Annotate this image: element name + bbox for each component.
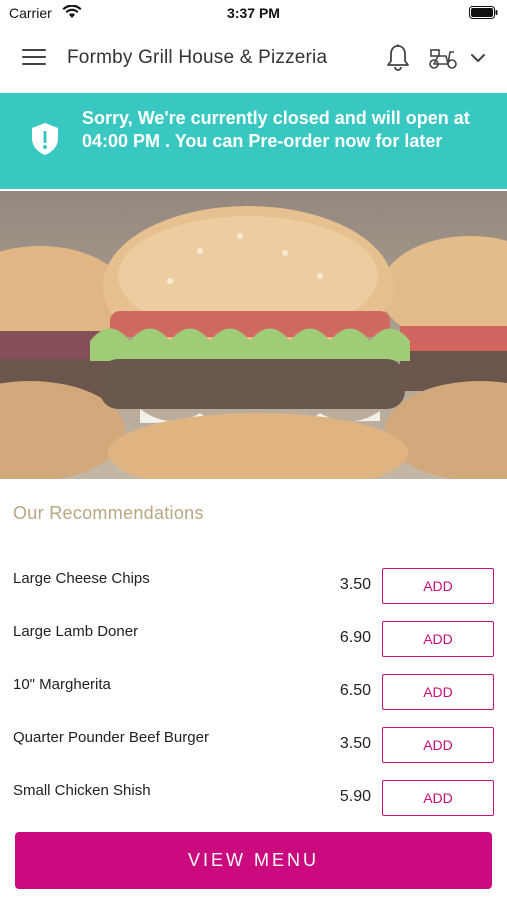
app-header: Formby Grill House & Pizzeria bbox=[0, 26, 507, 92]
list-item: 10" Margherita 6.50 ADD bbox=[0, 666, 507, 719]
add-button[interactable]: ADD bbox=[382, 780, 494, 816]
view-menu-button[interactable]: VIEW MENU bbox=[15, 832, 492, 889]
chevron-down-icon[interactable] bbox=[470, 51, 486, 65]
list-item: Quarter Pounder Beef Burger 3.50 ADD bbox=[0, 719, 507, 772]
item-name: Large Lamb Doner bbox=[13, 623, 139, 640]
add-button[interactable]: ADD bbox=[382, 621, 494, 657]
item-name: Large Cheese Chips bbox=[13, 570, 150, 587]
restaurant-title: Formby Grill House & Pizzeria bbox=[67, 47, 328, 68]
scooter-icon[interactable] bbox=[428, 46, 458, 70]
item-price: 6.50 bbox=[339, 682, 371, 699]
item-name: 10" Margherita bbox=[13, 676, 111, 693]
list-item: Small Chicken Shish 5.90 ADD bbox=[0, 772, 507, 825]
item-name: Quarter Pounder Beef Burger bbox=[13, 729, 209, 746]
recommendations-title: Our Recommendations bbox=[13, 503, 204, 523]
closed-notice-banner: Sorry, We're currently closed and will o… bbox=[0, 93, 507, 189]
item-price: 3.50 bbox=[339, 576, 371, 593]
add-button[interactable]: ADD bbox=[382, 727, 494, 763]
shield-icon bbox=[32, 123, 58, 155]
add-button[interactable]: ADD bbox=[382, 674, 494, 710]
item-price: 6.90 bbox=[339, 629, 371, 646]
burger-image bbox=[0, 191, 507, 479]
list-item: Large Lamb Doner 6.90 ADD bbox=[0, 613, 507, 666]
menu-icon[interactable] bbox=[22, 49, 46, 67]
closed-notice-text: Sorry, We're currently closed and will o… bbox=[82, 108, 470, 151]
recommendations-list: Large Cheese Chips 3.50 ADD Large Lamb D… bbox=[0, 560, 507, 825]
item-price: 3.50 bbox=[339, 735, 371, 752]
add-button[interactable]: ADD bbox=[382, 568, 494, 604]
bell-icon[interactable] bbox=[386, 44, 410, 72]
battery-icon bbox=[469, 6, 498, 19]
item-name: Small Chicken Shish bbox=[13, 782, 151, 799]
clock-time: 3:37 PM bbox=[227, 5, 280, 21]
item-price: 5.90 bbox=[339, 788, 371, 805]
status-bar: Carrier 3:37 PM bbox=[0, 0, 507, 26]
list-item: Large Cheese Chips 3.50 ADD bbox=[0, 560, 507, 613]
